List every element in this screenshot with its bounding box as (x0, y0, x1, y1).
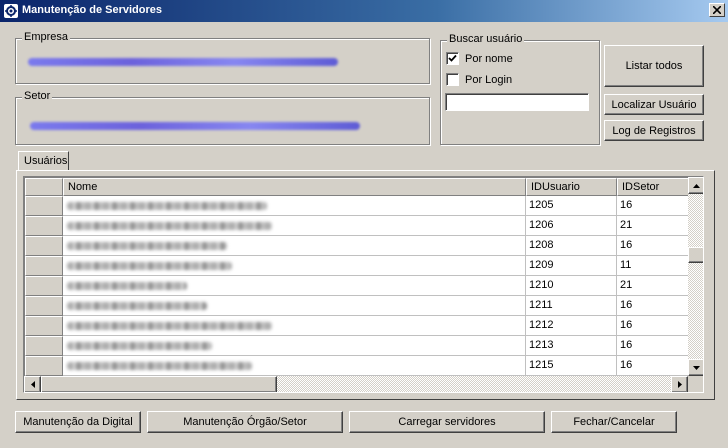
row-selector[interactable] (25, 276, 63, 296)
por-nome-checkbox[interactable] (446, 52, 459, 65)
idsetor-cell: 16 (617, 196, 689, 216)
log-registros-button[interactable]: Log de Registros (604, 120, 704, 141)
title-bar[interactable]: Manutenção de Servidores (0, 0, 728, 22)
idusuario-cell: 1205 (526, 196, 617, 216)
por-nome-option[interactable]: Por nome (446, 52, 513, 65)
nome-cell-redacted (63, 316, 526, 336)
row-selector[interactable] (25, 356, 63, 376)
nome-cell-redacted (63, 256, 526, 276)
setor-label: Setor (22, 90, 53, 102)
usuarios-grid[interactable]: Nome IDUsuario IDSetor 1205 16 1206 21 1… (23, 176, 704, 393)
row-selector[interactable] (25, 336, 63, 356)
close-icon[interactable] (709, 3, 725, 17)
table-row[interactable]: 1215 16 (25, 356, 689, 376)
vertical-scroll-thumb[interactable] (688, 247, 703, 263)
table-row[interactable]: 1212 16 (25, 316, 689, 336)
nome-cell-redacted (63, 216, 526, 236)
setor-group: Setor (15, 90, 430, 145)
nome-cell-redacted (63, 296, 526, 316)
empresa-value-redacted (28, 58, 338, 66)
window-title: Manutenção de Servidores (22, 4, 162, 16)
idsetor-cell: 16 (617, 316, 689, 336)
tab-usuarios-label: Usuários (24, 155, 68, 167)
nome-cell-redacted (63, 336, 526, 356)
table-row[interactable]: 1206 21 (25, 216, 689, 236)
arrow-down-icon[interactable] (688, 359, 703, 376)
horizontal-scroll-thumb[interactable] (41, 376, 277, 392)
header-rowselector[interactable] (25, 178, 63, 196)
table-row[interactable]: 1208 16 (25, 236, 689, 256)
row-selector[interactable] (25, 256, 63, 276)
idusuario-cell: 1212 (526, 316, 617, 336)
tab-usuarios[interactable]: Usuários (18, 151, 69, 171)
arrow-up-icon[interactable] (688, 177, 703, 194)
fechar-cancelar-button[interactable]: Fechar/Cancelar (551, 411, 677, 433)
empresa-group: Empresa (15, 31, 430, 84)
search-input[interactable] (445, 93, 589, 111)
nome-cell-redacted (63, 236, 526, 256)
por-login-label: Por Login (465, 73, 513, 86)
table-row[interactable]: 1205 16 (25, 196, 689, 216)
main-window: Manutenção de Servidores Empresa Setor B… (0, 0, 728, 448)
app-gear-icon[interactable] (4, 4, 18, 18)
idsetor-cell: 21 (617, 276, 689, 296)
idsetor-cell: 11 (617, 256, 689, 276)
empresa-label: Empresa (22, 31, 71, 43)
row-selector[interactable] (25, 236, 63, 256)
nome-cell-redacted (63, 356, 526, 376)
idusuario-cell: 1208 (526, 236, 617, 256)
nome-cell-redacted (63, 276, 526, 296)
row-selector[interactable] (25, 316, 63, 336)
idsetor-cell: 16 (617, 336, 689, 356)
idusuario-cell: 1210 (526, 276, 617, 296)
manutencao-digital-button[interactable]: Manutenção da Digital (15, 411, 141, 433)
localizar-usuario-button[interactable]: Localizar Usuário (604, 94, 704, 115)
idsetor-cell: 16 (617, 296, 689, 316)
table-row[interactable]: 1211 16 (25, 296, 689, 316)
buscar-usuario-label: Buscar usuário (447, 33, 525, 45)
listar-todos-button[interactable]: Listar todos (604, 45, 704, 87)
vertical-scrollbar[interactable] (688, 177, 703, 376)
checkmark-icon (448, 54, 457, 62)
idsetor-cell: 21 (617, 216, 689, 236)
idusuario-cell: 1206 (526, 216, 617, 236)
por-login-checkbox[interactable] (446, 73, 459, 86)
row-selector[interactable] (25, 196, 63, 216)
table-row[interactable]: 1210 21 (25, 276, 689, 296)
nome-cell-redacted (63, 196, 526, 216)
idusuario-cell: 1213 (526, 336, 617, 356)
scroll-corner (688, 376, 703, 392)
idsetor-cell: 16 (617, 236, 689, 256)
idusuario-cell: 1215 (526, 356, 617, 376)
arrow-left-icon[interactable] (24, 376, 41, 392)
column-header-idsetor[interactable]: IDSetor (617, 178, 689, 196)
row-selector[interactable] (25, 296, 63, 316)
idusuario-cell: 1211 (526, 296, 617, 316)
idusuario-cell: 1209 (526, 256, 617, 276)
arrow-right-icon[interactable] (671, 376, 688, 392)
idsetor-cell: 16 (617, 356, 689, 376)
grid-body: Nome IDUsuario IDSetor 1205 16 1206 21 1… (25, 178, 689, 377)
setor-value-redacted (30, 122, 360, 130)
table-row[interactable]: 1209 11 (25, 256, 689, 276)
grid-header: Nome IDUsuario IDSetor (25, 178, 689, 196)
por-login-option[interactable]: Por Login (446, 73, 512, 86)
horizontal-scrollbar[interactable] (24, 376, 688, 392)
row-selector[interactable] (25, 216, 63, 236)
manutencao-orgao-setor-button[interactable]: Manutenção Órgão/Setor (147, 411, 343, 433)
column-header-nome[interactable]: Nome (63, 178, 526, 196)
table-row[interactable]: 1213 16 (25, 336, 689, 356)
por-nome-label: Por nome (465, 52, 513, 65)
carregar-servidores-button[interactable]: Carregar servidores (349, 411, 545, 433)
column-header-idusuario[interactable]: IDUsuario (526, 178, 617, 196)
